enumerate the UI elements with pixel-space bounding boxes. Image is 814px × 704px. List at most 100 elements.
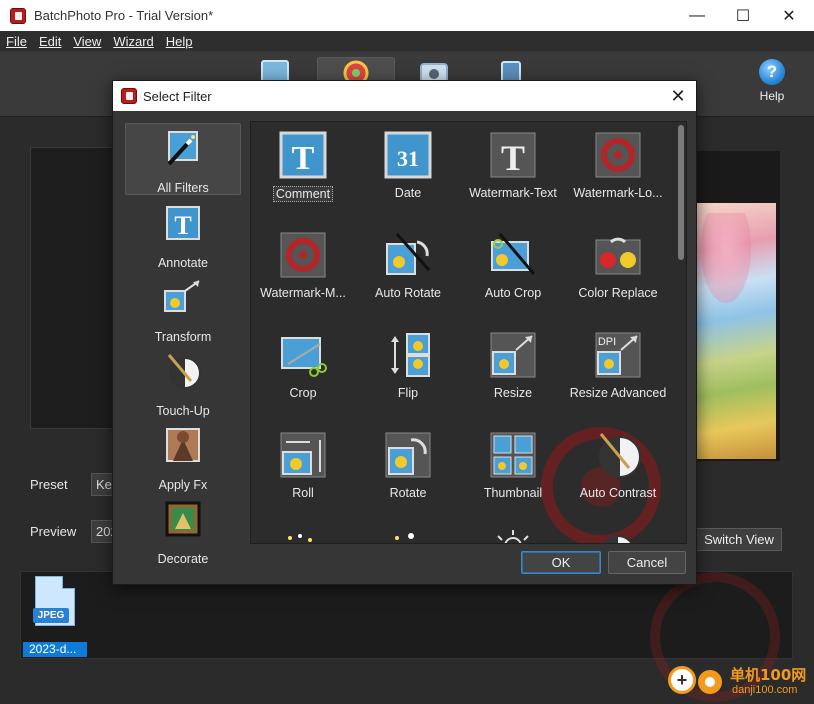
filter-label: Color Replace xyxy=(578,286,658,300)
help-button[interactable]: ? Help xyxy=(752,59,792,103)
apply-fx-icon xyxy=(166,428,200,462)
auto-rotate-icon xyxy=(386,233,431,275)
filter-rotate[interactable]: Rotate xyxy=(356,422,460,522)
window-title: BatchPhoto Pro - Trial Version* xyxy=(34,8,214,23)
category-apply-fx[interactable]: Apply Fx xyxy=(125,421,241,493)
svg-text:T: T xyxy=(174,211,191,240)
rotate-icon xyxy=(385,432,431,478)
category-annotate[interactable]: T Annotate xyxy=(125,199,241,271)
preview-label: Preview xyxy=(30,524,77,539)
filter-color-replace[interactable]: Color Replace xyxy=(566,222,670,322)
filter-roll[interactable]: Roll xyxy=(251,422,355,522)
app-titlebar: BatchPhoto Pro - Trial Version* — ☐ ✕ xyxy=(0,0,814,31)
filter-flip[interactable]: Flip xyxy=(356,322,460,422)
menu-file[interactable]: File xyxy=(0,34,33,49)
filter-resize-advanced[interactable]: DPI Resize Advanced xyxy=(566,322,670,422)
svg-text:T: T xyxy=(292,140,315,177)
filter-label: Watermark-Text xyxy=(469,186,557,200)
filter-label: Rotate xyxy=(389,486,427,500)
contrast-icon xyxy=(603,535,633,543)
filter-label: Roll xyxy=(292,486,314,500)
result-preview-pane xyxy=(696,151,780,461)
filter-comment[interactable]: T Comment xyxy=(251,122,355,222)
filter-watermark-logo[interactable]: Watermark-Lo... xyxy=(566,122,670,222)
preview-image xyxy=(696,203,776,459)
dialog-close-button[interactable]: ✕ xyxy=(668,86,688,106)
file-name: 2023-d... xyxy=(23,642,87,657)
dialog-app-icon xyxy=(121,88,137,104)
plus-icon: + xyxy=(668,666,696,694)
category-label: Decorate xyxy=(157,552,209,566)
resize-advanced-icon: DPI xyxy=(595,332,641,378)
filter-auto-contrast[interactable]: Auto Contrast xyxy=(566,422,670,522)
dialog-titlebar: Select Filter ✕ xyxy=(113,81,696,111)
category-decorate[interactable]: Decorate xyxy=(125,495,241,567)
menu-wizard[interactable]: Wizard xyxy=(107,34,159,49)
watermark-logo-icon xyxy=(595,132,641,178)
filter-more-4[interactable] xyxy=(566,522,670,543)
preset-label: Preset xyxy=(30,477,68,492)
auto-crop-icon xyxy=(491,233,536,275)
site-name-en: danji100.com xyxy=(732,684,798,696)
svg-text:31: 31 xyxy=(397,146,419,171)
filter-more-3[interactable] xyxy=(461,522,565,543)
filter-more-1[interactable] xyxy=(251,522,355,543)
flip-icon xyxy=(391,333,430,377)
watermark-text-icon: T xyxy=(490,132,536,178)
filter-more-2[interactable] xyxy=(356,522,460,543)
filter-watermark-text[interactable]: T Watermark-Text xyxy=(461,122,565,222)
filter-label: Auto Crop xyxy=(484,286,542,300)
category-label: Apply Fx xyxy=(158,478,208,492)
minimize-button[interactable]: — xyxy=(674,0,720,31)
original-preview-pane xyxy=(30,147,122,429)
site-watermark: + 单机100网 danji100.com xyxy=(668,662,814,704)
menu-view[interactable]: View xyxy=(67,34,107,49)
category-label: Touch-Up xyxy=(156,404,210,418)
filter-thumbnail[interactable]: Thumbnail xyxy=(461,422,565,522)
filter-label: Watermark-M... xyxy=(260,286,346,300)
filter-date[interactable]: 31 Date xyxy=(356,122,460,222)
filter-watermark-multi[interactable]: Watermark-M... xyxy=(251,222,355,322)
help-icon: ? xyxy=(759,59,785,85)
filter-label: Resize xyxy=(493,386,533,400)
transform-icon xyxy=(164,280,200,312)
filter-label: Watermark-Lo... xyxy=(573,186,663,200)
filter-label: Thumbnail xyxy=(483,486,543,500)
filter-label: Comment xyxy=(273,186,333,202)
cancel-button[interactable]: Cancel xyxy=(608,551,686,574)
category-transform[interactable]: Transform xyxy=(125,273,241,345)
file-thumbnail[interactable]: JPEG 2023-d... xyxy=(23,574,87,657)
jpeg-badge: JPEG xyxy=(33,608,69,623)
decorate-icon xyxy=(165,501,201,537)
scrollbar-thumb[interactable] xyxy=(678,125,684,260)
ok-button[interactable]: OK xyxy=(521,551,601,574)
crop-icon xyxy=(281,337,327,377)
filter-auto-crop[interactable]: Auto Crop xyxy=(461,222,565,322)
filter-label: Date xyxy=(394,186,422,200)
filter-label: Resize Advanced xyxy=(569,386,667,400)
dialog-title: Select Filter xyxy=(143,88,212,104)
sun-icon xyxy=(497,530,529,543)
category-label: Annotate xyxy=(157,256,209,270)
roll-icon xyxy=(280,432,326,478)
filter-crop[interactable]: Crop xyxy=(251,322,355,422)
category-all-filters[interactable]: All Filters xyxy=(125,123,241,195)
maximize-button[interactable]: ☐ xyxy=(720,0,766,31)
help-label: Help xyxy=(759,89,785,103)
color-replace-icon xyxy=(595,237,641,275)
site-logo-icon xyxy=(698,670,722,694)
menu-edit[interactable]: Edit xyxy=(33,34,67,49)
category-label: All Filters xyxy=(157,181,209,195)
filter-grid-scrollbar[interactable] xyxy=(678,125,684,539)
sparkle-icon xyxy=(395,533,414,540)
close-button[interactable]: ✕ xyxy=(766,0,812,31)
svg-text:T: T xyxy=(501,138,525,178)
filter-auto-rotate[interactable]: Auto Rotate xyxy=(356,222,460,322)
switch-view-button[interactable]: Switch View xyxy=(696,528,782,551)
select-filter-dialog: Select Filter ✕ All Filters T Annotate T… xyxy=(112,80,697,585)
filter-resize[interactable]: Resize xyxy=(461,322,565,422)
sparkle-icon xyxy=(288,534,312,542)
watermark-multi-icon xyxy=(280,232,326,278)
category-touch-up[interactable]: Touch-Up xyxy=(125,347,241,419)
menu-help[interactable]: Help xyxy=(160,34,199,49)
